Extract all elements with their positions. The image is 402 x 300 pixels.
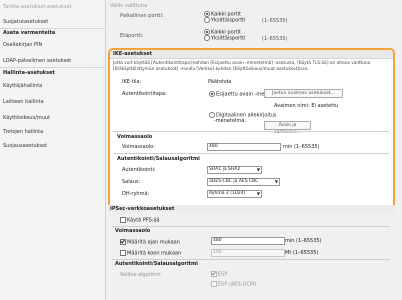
ike-description-1: Jotta voit käyttää [Autentikointitapa]-k…: [113, 61, 371, 66]
chevron-down-icon: ▼: [256, 167, 260, 172]
pfs-checkbox[interactable]: Käytä PFS:ää: [120, 217, 160, 224]
checkbox-icon[interactable]: [120, 250, 126, 256]
validity-input[interactable]: 480: [207, 143, 281, 151]
ike-header: [110, 50, 393, 59]
algo-enc-label: Salaus:: [122, 179, 141, 185]
algo-dh-select[interactable]: Ryhmä 2 (1024) ▼: [207, 190, 262, 198]
time-checkbox[interactable]: Määritä ajan mukaan: [120, 239, 180, 246]
checkbox-icon[interactable]: [211, 281, 217, 287]
algo-enc-select[interactable]: 3DES-CBC ja AES CBC ▼: [207, 178, 280, 186]
faded-title: Väliin valittuna: [110, 3, 148, 9]
remote-port-range: (1–65535): [262, 36, 288, 42]
sidebar-item-device-management[interactable]: Laitteen hallinta: [3, 99, 44, 105]
key-name-label: Avaimen nimi: Ei asetettu: [274, 103, 339, 109]
remote-port-label: Etäportti:: [120, 33, 144, 39]
ipsec-algo-title: Autentikointi/Salausalgoritmi: [115, 261, 198, 267]
sidebar-item-advanced[interactable]: Tarkka-asetukset-asetukset: [3, 4, 72, 10]
ike-description-2: [Etäkäyttöliittymän asetukset] -sivulla …: [113, 67, 309, 72]
algo-auth-label: Autentikointi:: [122, 167, 156, 173]
time-unit: min (1–65535): [285, 238, 322, 244]
sidebar-section-management: Hallinta-asetukset: [3, 70, 55, 76]
sidebar-item-security-settings[interactable]: Suojatutasetukset: [3, 19, 48, 25]
ike-mode-value: Päätohda: [208, 79, 232, 85]
validity-unit: min (1–65535): [283, 144, 320, 150]
ike-title: IKE-asetukset: [113, 51, 152, 57]
key-and-certificate-button[interactable]: Avain ja varmenne...: [264, 121, 311, 135]
auth-digital-signature-line2: -menetelmä:: [214, 118, 247, 124]
time-input[interactable]: 480: [211, 237, 285, 245]
sidebar-item-ldap[interactable]: LDAP-palvelimen asetukset: [3, 58, 71, 64]
algo-dh-label: DH-ryhmä:: [122, 191, 150, 197]
validity-label: Voimassaolo:: [122, 144, 155, 150]
local-port-range: (1–65535): [262, 18, 288, 24]
remote-port-single-radio[interactable]: Yksittäisportti: [204, 35, 246, 42]
local-port-label: Paikallinen portti:: [120, 13, 164, 19]
size-unit: Mt (1–65535): [285, 250, 319, 256]
sidebar-item-access-other[interactable]: Käyttöoikeus/muut: [3, 115, 50, 121]
local-port-single-radio[interactable]: Yksittäisportti: [204, 17, 246, 24]
radio-icon[interactable]: [204, 35, 210, 41]
checkbox-icon[interactable]: [120, 217, 126, 223]
key-name-value: Ei asetettu: [311, 103, 339, 109]
checkbox-icon[interactable]: [211, 271, 217, 277]
ipsec-title: IPSec-verkkoasetukset: [110, 206, 175, 212]
sidebar-item-user-management[interactable]: Käyttäjähallinta: [3, 83, 42, 89]
esp-checkbox[interactable]: ESP: [211, 271, 227, 278]
radio-icon[interactable]: [209, 91, 215, 97]
sidebar-section-certificates: Aseta varmenteita: [3, 30, 56, 36]
ipsec-validity-title: Voimassaolo: [115, 228, 151, 234]
sidebar: Tarkka-asetukset-asetukset Suojatutasetu…: [0, 0, 106, 300]
size-checkbox[interactable]: Määritä koon mukaan: [120, 250, 181, 257]
ike-mode-label: IKE-tila:: [122, 79, 142, 85]
sidebar-item-security[interactable]: Suojausasetukset: [3, 143, 47, 149]
ipsec-algo-label: Valitse algoritmi:: [120, 272, 163, 278]
size-input[interactable]: 100: [211, 249, 285, 257]
page: Tarkka-asetukset-asetukset Suojatutasetu…: [0, 0, 402, 300]
algo-auth-select[interactable]: SHA1 ja SHA2 ▼: [207, 166, 262, 174]
checkbox-icon[interactable]: [120, 239, 126, 245]
radio-icon[interactable]: [204, 17, 210, 23]
chevron-down-icon: ▼: [274, 179, 278, 184]
chevron-down-icon: ▼: [256, 191, 260, 196]
shared-key-settings-button[interactable]: Jaetun avaimen asetukset...: [264, 89, 343, 98]
validity-title: Voimassaolo: [117, 134, 153, 140]
sidebar-item-pin[interactable]: Osallekirjan PIN: [3, 42, 42, 48]
algo-title: Autentikointi/Salausalgoritmi: [117, 156, 200, 162]
sidebar-item-data-management[interactable]: Tietojen hallinta: [3, 129, 43, 135]
ike-settings-panel: IKE-asetukset Jotta voit käyttää [Autent…: [108, 48, 395, 212]
esp-aes-gcm-checkbox[interactable]: ESP (AES-GCM): [211, 281, 256, 288]
auth-method-label: Autentikointitapa:: [122, 91, 167, 97]
